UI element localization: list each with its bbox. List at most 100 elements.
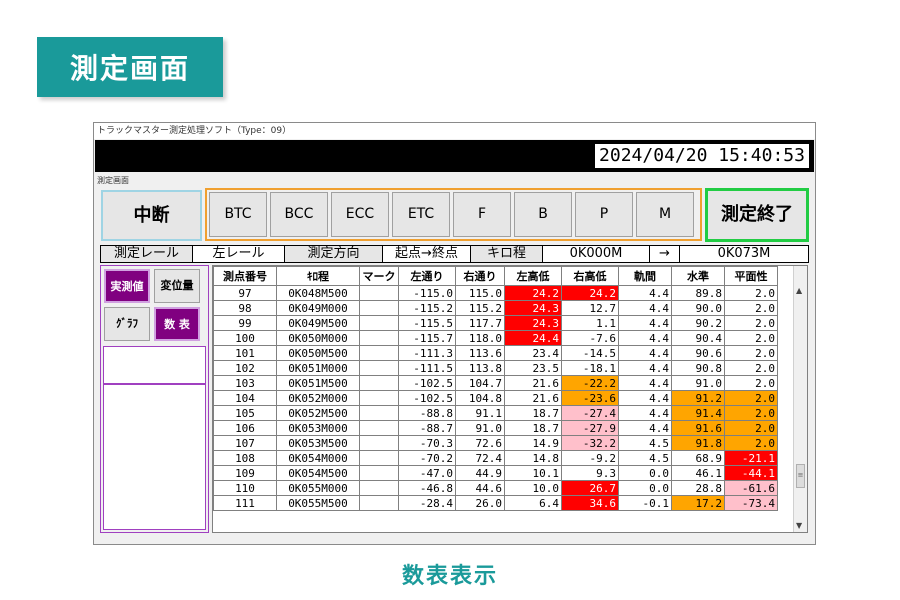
measurement-table: 測点番号 ｷﾛ程 マーク 左通り 右通り 左高低 右高低 軌間 水準 平面性 97 0K048M50…: [213, 266, 778, 511]
scroll-down-icon[interactable]: ▼: [796, 521, 802, 530]
cell-right-level: -27.4: [561, 405, 619, 421]
cell-right-level: 26.7: [561, 480, 619, 496]
cell-twist: 2.0: [724, 435, 778, 451]
cell-left-alignment: -46.8: [398, 480, 456, 496]
cell-right-alignment: 91.0: [455, 420, 505, 436]
mode-button-f[interactable]: F: [453, 192, 511, 237]
mode-button-p[interactable]: P: [575, 192, 633, 237]
cell-left-alignment: -88.8: [398, 405, 456, 421]
cell-right-alignment: 115.2: [455, 300, 505, 316]
cell-cross-level: 91.0: [671, 375, 725, 391]
cell-right-level: -7.6: [561, 330, 619, 346]
data-grid: 測点番号 ｷﾛ程 マーク 左通り 右通り 左高低 右高低 軌間 水準 平面性 97 0K048M50…: [212, 265, 808, 533]
measurement-info-row: 測定レール 左レール 測定方向 起点→終点 キロ程 0K000M → 0K073…: [100, 245, 809, 263]
table-row[interactable]: 97 0K048M500 -115.0 115.0 24.2 24.2 4.4 89.8 2.0: [213, 285, 778, 301]
mode-button-b[interactable]: B: [514, 192, 572, 237]
cell-gauge: 4.5: [618, 435, 672, 451]
cell-cross-level: 91.6: [671, 420, 725, 436]
mode-button-etc[interactable]: ETC: [392, 192, 450, 237]
table-row[interactable]: 98 0K049M000 -115.2 115.2 24.3 12.7 4.4 90.0 2.0: [213, 300, 778, 316]
cell-right-alignment: 44.9: [455, 465, 505, 481]
cell-mark: [359, 345, 399, 361]
table-header-row: 測点番号 ｷﾛ程 マーク 左通り 右通り 左高低 右高低 軌間 水準 平面性: [213, 266, 778, 286]
cell-left-alignment: -111.3: [398, 345, 456, 361]
table-row[interactable]: 99 0K049M500 -115.5 117.7 24.3 1.1 4.4 90.2 2.0: [213, 315, 778, 331]
cell-left-alignment: -70.2: [398, 450, 456, 466]
cell-gauge: 4.4: [618, 330, 672, 346]
table-row[interactable]: 101 0K050M500 -111.3 113.6 23.4 -14.5 4.4 90.6 2…: [213, 345, 778, 361]
cell-left-alignment: -115.2: [398, 300, 456, 316]
cell-cross-level: 90.0: [671, 300, 725, 316]
suspend-button[interactable]: 中断: [101, 190, 202, 241]
mode-button-m[interactable]: M: [636, 192, 694, 237]
table-row[interactable]: 103 0K051M500 -102.5 104.7 21.6 -22.2 4.4 91.0 2…: [213, 375, 778, 391]
table-row[interactable]: 108 0K054M000 -70.2 72.4 14.8 -9.2 4.5 68.9 -21.…: [213, 450, 778, 466]
cell-left-level: 23.5: [504, 360, 562, 376]
cell-mark: [359, 315, 399, 331]
km-to: 0K073M: [717, 246, 771, 261]
displacement-button[interactable]: 変位量: [154, 269, 200, 303]
cell-mark: [359, 300, 399, 316]
cell-left-level: 6.4: [504, 495, 562, 511]
cell-twist: 2.0: [724, 315, 778, 331]
cell-left-level: 23.4: [504, 345, 562, 361]
app-window: トラックマスター測定処理ソフト（Type：09） 2024/04/20 15:4…: [93, 122, 816, 545]
cell-km: 0K055M000: [276, 480, 360, 496]
table-row[interactable]: 104 0K052M000 -102.5 104.8 21.6 -23.6 4.4 91.2 2…: [213, 390, 778, 406]
graph-button[interactable]: ｸﾞﾗﾌ: [104, 307, 150, 341]
cell-twist: -73.4: [724, 495, 778, 511]
actual-value-button[interactable]: 実測値: [104, 269, 150, 303]
mode-button-bcc[interactable]: BCC: [270, 192, 328, 237]
cell-km: 0K048M500: [276, 285, 360, 301]
cell-gauge: 0.0: [618, 465, 672, 481]
column-header-right-alignment: 右通り: [455, 266, 505, 286]
cell-km: 0K049M000: [276, 300, 360, 316]
cell-km: 0K052M500: [276, 405, 360, 421]
cell-twist: 2.0: [724, 405, 778, 421]
arrow-icon: →: [650, 246, 680, 262]
window-title: トラックマスター測定処理ソフト（Type：09）: [94, 123, 815, 139]
cell-cross-level: 90.2: [671, 315, 725, 331]
cell-cross-level: 90.4: [671, 330, 725, 346]
table-row[interactable]: 106 0K053M000 -88.7 91.0 18.7 -27.9 4.4 91.6 2.0: [213, 420, 778, 436]
end-measurement-button[interactable]: 測定終了: [705, 188, 809, 242]
cell-right-level: 1.1: [561, 315, 619, 331]
cell-km: 0K049M500: [276, 315, 360, 331]
mode-button-ecc[interactable]: ECC: [331, 192, 389, 237]
cell-right-alignment: 118.0: [455, 330, 505, 346]
table-row[interactable]: 102 0K051M000 -111.5 113.8 23.5 -18.1 4.4 90.8 2…: [213, 360, 778, 376]
cell-gauge: 4.4: [618, 405, 672, 421]
cell-km: 0K050M500: [276, 345, 360, 361]
cell-mark: [359, 405, 399, 421]
table-row[interactable]: 105 0K052M500 -88.8 91.1 18.7 -27.4 4.4 91.4 2.0: [213, 405, 778, 421]
cell-point-number: 97: [213, 285, 277, 301]
table-row[interactable]: 111 0K055M500 -28.4 26.0 6.4 34.6 -0.1 17.2 -73.…: [213, 495, 778, 511]
direction-value: 起点→終点: [383, 246, 471, 262]
cell-point-number: 100: [213, 330, 277, 346]
table-row[interactable]: 109 0K054M500 -47.0 44.9 10.1 9.3 0.0 46.1 -44.1: [213, 465, 778, 481]
cell-right-level: -23.6: [561, 390, 619, 406]
cell-left-level: 18.7: [504, 420, 562, 436]
cell-km: 0K054M500: [276, 465, 360, 481]
table-row[interactable]: 107 0K053M500 -70.3 72.6 14.9 -32.2 4.5 91.8 2.0: [213, 435, 778, 451]
cell-point-number: 106: [213, 420, 277, 436]
cell-mark: [359, 450, 399, 466]
cell-twist: -61.6: [724, 480, 778, 496]
cell-right-level: 34.6: [561, 495, 619, 511]
scroll-thumb[interactable]: ≡: [796, 464, 805, 488]
cell-cross-level: 91.8: [671, 435, 725, 451]
mode-button-btc[interactable]: BTC: [209, 192, 267, 237]
cell-cross-level: 46.1: [671, 465, 725, 481]
scroll-up-icon[interactable]: ▲: [796, 286, 802, 295]
cell-twist: 2.0: [724, 330, 778, 346]
cell-point-number: 99: [213, 315, 277, 331]
table-button[interactable]: 数 表: [154, 307, 200, 341]
cell-mark: [359, 435, 399, 451]
cell-left-level: 18.7: [504, 405, 562, 421]
vertical-scrollbar[interactable]: ▲ ≡ ▼: [793, 266, 807, 532]
km-label: キロ程: [471, 246, 543, 262]
table-row[interactable]: 100 0K050M000 -115.7 118.0 24.4 -7.6 4.4 90.4 2.…: [213, 330, 778, 346]
cell-right-alignment: 104.8: [455, 390, 505, 406]
table-row[interactable]: 110 0K055M000 -46.8 44.6 10.0 26.7 0.0 28.8 -61.…: [213, 480, 778, 496]
cell-mark: [359, 390, 399, 406]
